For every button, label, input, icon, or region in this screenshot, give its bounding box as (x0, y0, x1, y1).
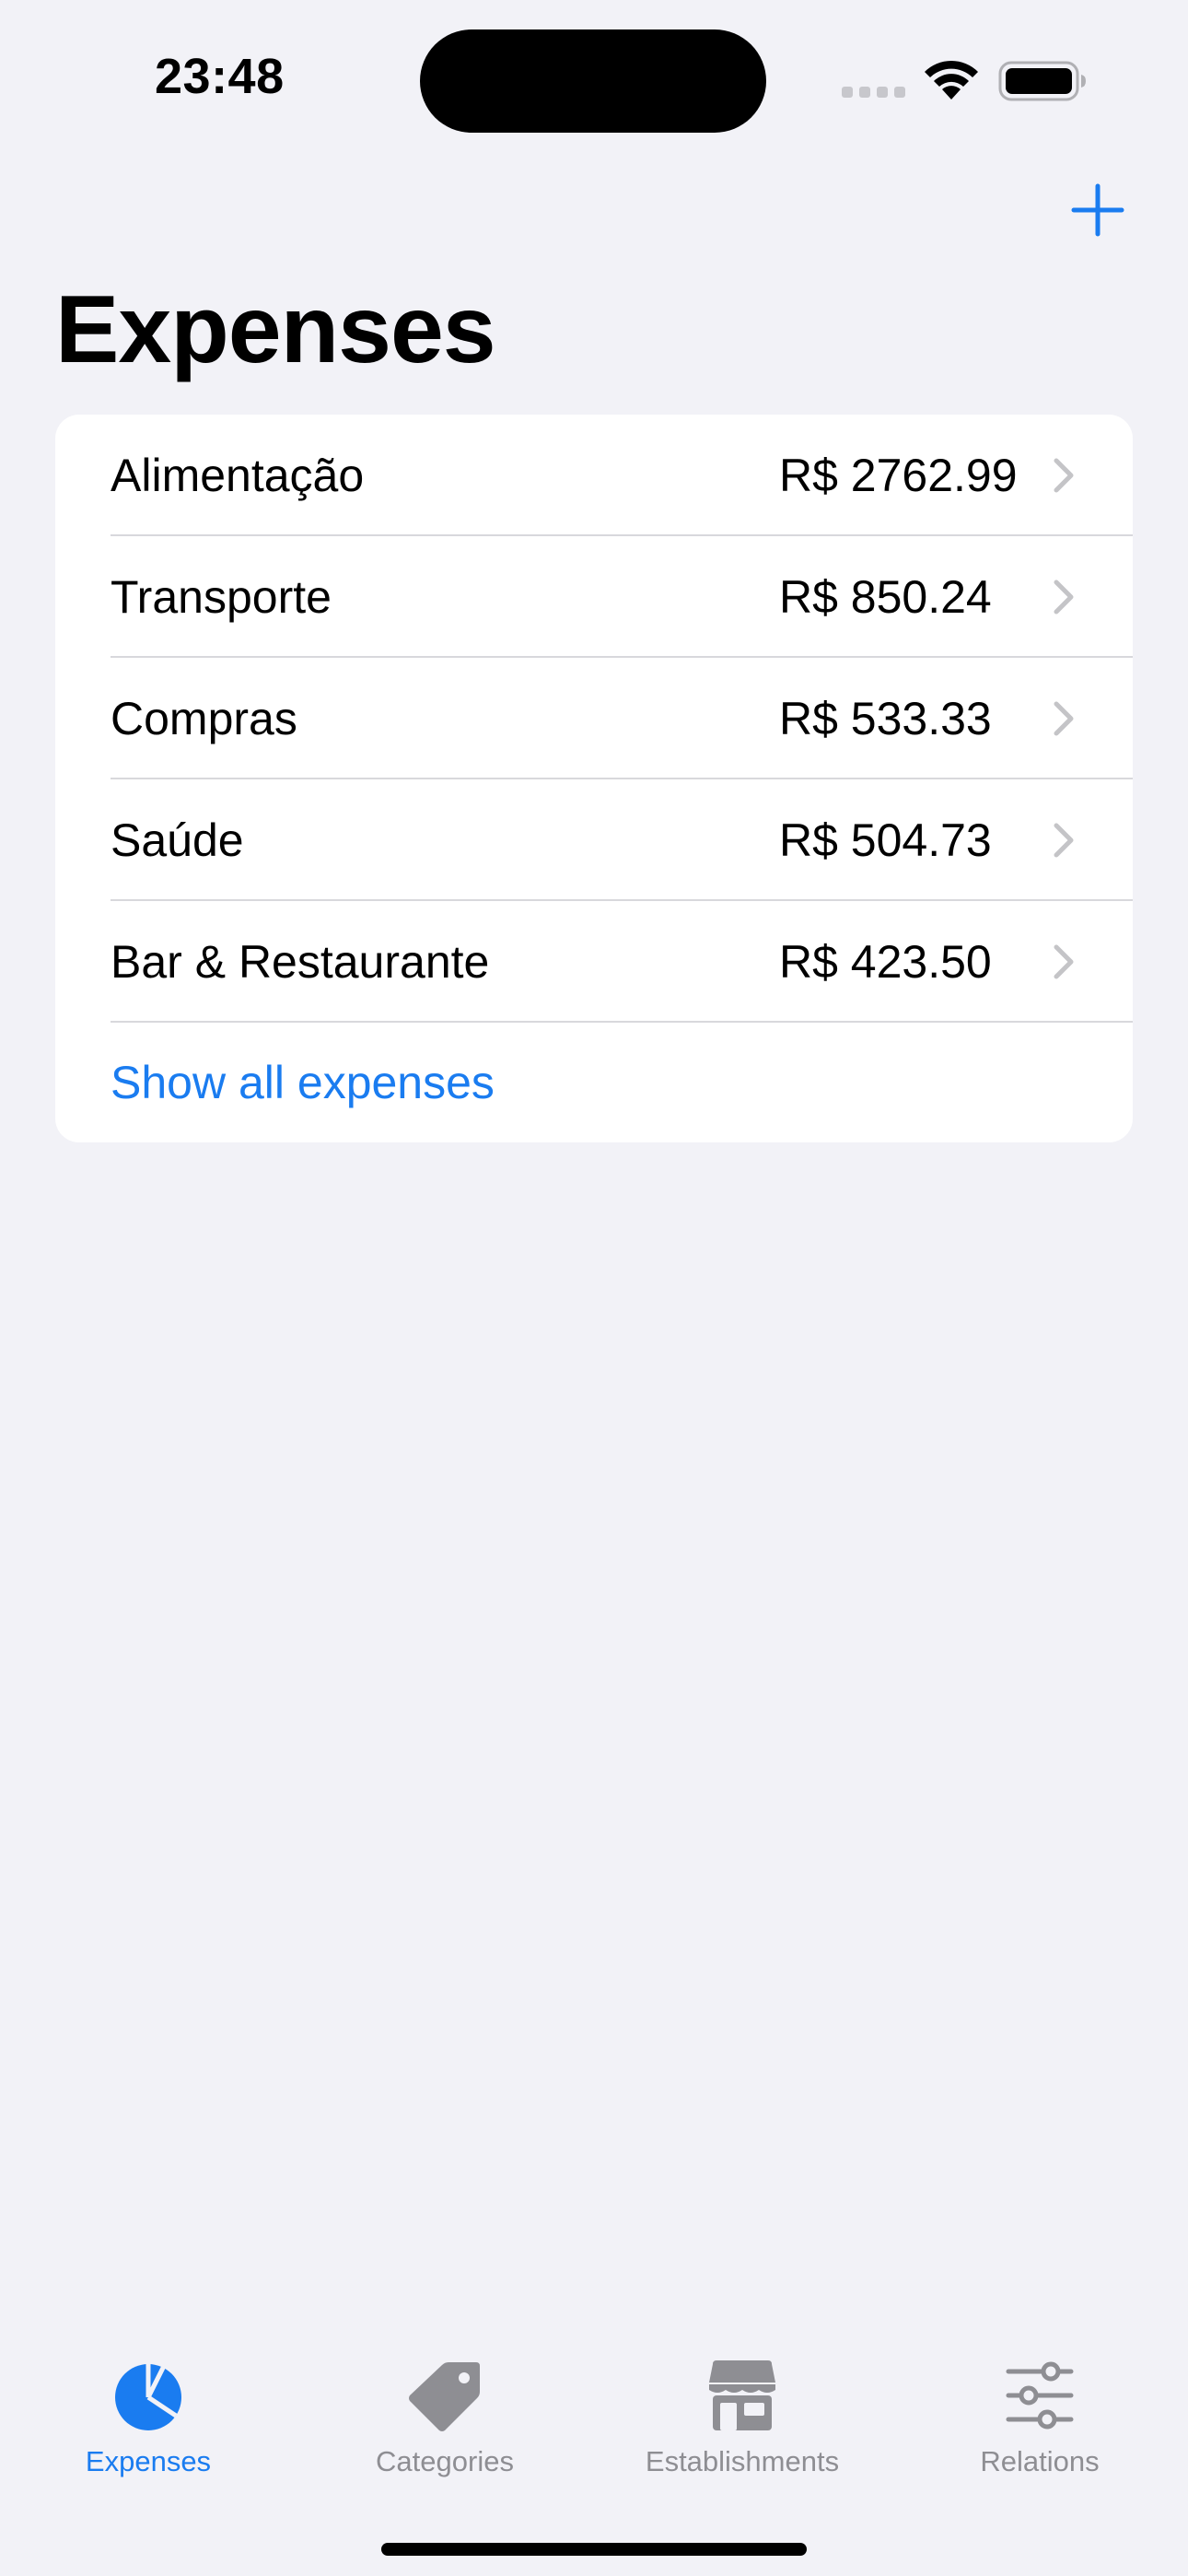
expense-amount: R$ 533.33 (779, 693, 992, 744)
home-indicator (381, 2543, 807, 2556)
expense-amount: R$ 850.24 (779, 571, 992, 623)
chevron-right-icon (1054, 580, 1074, 615)
chevron-right-icon (1054, 823, 1074, 858)
expense-amount: R$ 504.73 (779, 814, 992, 866)
dynamic-island (420, 29, 766, 133)
cellular-signal-icon (842, 87, 908, 98)
expense-row-alimentacao[interactable]: Alimentação R$ 2762.99 (55, 415, 1133, 536)
plus-icon (1071, 183, 1124, 237)
expense-row-bar-restaurante[interactable]: Bar & Restaurante R$ 423.50 (55, 901, 1133, 1023)
tab-label: Categories (376, 2445, 514, 2477)
show-all-expenses-button[interactable]: Show all expenses (111, 1023, 495, 1142)
expense-row-transporte[interactable]: Transporte R$ 850.24 (55, 536, 1133, 658)
expense-amount: R$ 423.50 (779, 936, 992, 988)
chevron-right-icon (1054, 458, 1074, 493)
battery-icon (998, 61, 1086, 101)
tab-relations[interactable]: Relations (902, 2359, 1178, 2488)
expense-category-label: Bar & Restaurante (111, 936, 490, 988)
tab-expenses[interactable]: Expenses (10, 2359, 286, 2488)
tab-label: Establishments (645, 2445, 840, 2477)
expense-category-label: Alimentação (111, 450, 365, 501)
page-title: Expenses (55, 276, 496, 383)
expenses-list-card: Alimentação R$ 2762.99 Transporte R$ 850… (55, 415, 1133, 1142)
expense-amount: R$ 2762.99 (779, 450, 1018, 501)
chevron-right-icon (1054, 701, 1074, 736)
tab-label: Expenses (85, 2445, 212, 2477)
expense-category-label: Saúde (111, 814, 244, 866)
expense-category-label: Compras (111, 693, 297, 744)
expense-row-saude[interactable]: Saúde R$ 504.73 (55, 779, 1133, 901)
pie-chart-icon (115, 2362, 181, 2430)
tab-establishments[interactable]: Establishments (604, 2359, 880, 2488)
tag-icon (409, 2362, 480, 2431)
storefront-icon (709, 2360, 775, 2430)
sliders-icon (1006, 2361, 1074, 2430)
expense-row-compras[interactable]: Compras R$ 533.33 (55, 658, 1133, 779)
add-button[interactable] (1068, 181, 1127, 240)
chevron-right-icon (1054, 944, 1074, 979)
expense-category-label: Transporte (111, 571, 332, 623)
tab-categories[interactable]: Categories (307, 2359, 583, 2488)
status-time: 23:48 (155, 49, 285, 104)
tab-label: Relations (980, 2445, 1100, 2477)
wifi-icon (925, 60, 978, 100)
